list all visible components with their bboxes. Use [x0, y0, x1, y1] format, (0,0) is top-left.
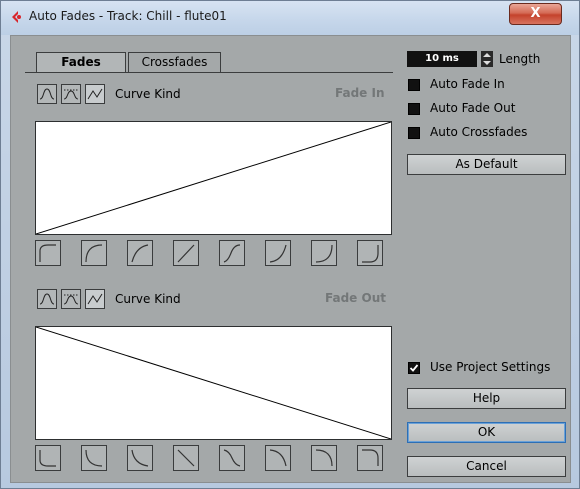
spinner-arrows-icon	[483, 53, 491, 65]
fade-in-preset-8-icon	[362, 245, 379, 263]
fade-out-preset-4-icon	[177, 449, 195, 467]
fade-in-preset-3-icon	[131, 244, 149, 263]
auto-fades-dialog: Auto Fades - Track: Chill - flute01 X Fa…	[0, 0, 580, 489]
fade-in-graph[interactable]	[35, 121, 392, 235]
fade-out-preset-1-icon	[39, 450, 56, 467]
fade-out-preset-6-button[interactable]	[265, 445, 291, 471]
fade-out-preset-1-button[interactable]	[35, 445, 61, 471]
fade-out-spline-curve-button[interactable]	[37, 289, 57, 309]
fade-out-preset-7-icon	[315, 449, 333, 467]
fade-out-preset-6-icon	[269, 449, 287, 467]
fade-in-spline-curve-button[interactable]	[37, 84, 57, 104]
auto-fade-out-checkbox[interactable]	[408, 103, 420, 115]
linear-curve-icon	[87, 88, 103, 100]
use-project-settings-label: Use Project Settings	[430, 360, 551, 374]
auto-fade-in-label: Auto Fade In	[430, 77, 505, 91]
length-spinner[interactable]	[481, 51, 493, 67]
window-title: Auto Fades - Track: Chill - flute01	[29, 9, 227, 23]
spline-curve-icon	[39, 293, 55, 305]
fade-out-section-label: Fade Out	[325, 291, 386, 305]
fade-in-preset-1-icon	[39, 244, 56, 262]
title-bar[interactable]: Auto Fades - Track: Chill - flute01 X	[1, 1, 579, 35]
fade-in-damped-spline-curve-button[interactable]	[61, 84, 81, 104]
length-input[interactable]: 10 ms	[407, 51, 477, 67]
fade-in-linear-curve-button[interactable]	[85, 84, 105, 104]
fade-out-curve	[36, 327, 391, 439]
tab-divider	[25, 72, 393, 73]
fade-out-preset-3-icon	[131, 449, 149, 467]
fade-out-preset-8-icon	[362, 449, 379, 466]
cancel-button[interactable]: Cancel	[407, 456, 566, 477]
fade-in-curve-kind-label: Curve Kind	[115, 87, 181, 101]
spline-curve-icon	[39, 88, 55, 100]
fade-in-preset-7-button[interactable]	[311, 240, 337, 266]
auto-crossfades-checkbox[interactable]	[408, 127, 420, 139]
cubase-logo-icon	[12, 11, 21, 23]
fade-out-preset-5-button[interactable]	[219, 445, 245, 471]
fade-out-preset-5-icon	[223, 449, 241, 467]
fade-out-graph[interactable]	[35, 326, 392, 440]
fade-in-preset-4-button[interactable]	[173, 240, 199, 266]
length-label: Length	[499, 52, 541, 66]
auto-fade-in-checkbox[interactable]	[408, 79, 420, 91]
auto-crossfades-label: Auto Crossfades	[430, 125, 528, 139]
as-default-button[interactable]: As Default	[407, 154, 566, 175]
fade-in-preset-4-icon	[177, 244, 195, 263]
damped-spline-curve-icon	[63, 294, 79, 305]
fade-in-preset-5-icon	[223, 244, 241, 263]
fade-in-preset-2-icon	[85, 244, 103, 263]
fade-out-preset-4-button[interactable]	[173, 445, 199, 471]
fade-out-curve-kind-label: Curve Kind	[115, 292, 181, 306]
linear-curve-icon	[87, 293, 103, 305]
fade-in-preset-8-button[interactable]	[357, 240, 383, 266]
fade-in-curve	[36, 122, 391, 234]
fade-in-preset-7-icon	[315, 244, 333, 263]
help-button[interactable]: Help	[407, 388, 566, 409]
fade-in-preset-2-button[interactable]	[81, 240, 107, 266]
fade-in-preset-6-button[interactable]	[265, 240, 291, 266]
fade-in-preset-6-icon	[269, 244, 287, 263]
fade-out-preset-8-button[interactable]	[357, 445, 383, 471]
tab-crossfades[interactable]: Crossfades	[128, 52, 221, 72]
fade-in-section-label: Fade In	[335, 86, 385, 100]
fade-out-linear-curve-button[interactable]	[85, 289, 105, 309]
tab-fades[interactable]: Fades	[36, 52, 126, 72]
fade-out-preset-3-button[interactable]	[127, 445, 153, 471]
use-project-settings-checkbox[interactable]	[408, 362, 420, 374]
auto-fade-out-label: Auto Fade Out	[430, 101, 516, 115]
fade-in-preset-3-button[interactable]	[127, 240, 153, 266]
fade-in-preset-5-button[interactable]	[219, 240, 245, 266]
damped-spline-curve-icon	[63, 89, 79, 100]
fade-in-preset-1-button[interactable]	[35, 240, 61, 266]
fade-out-preset-7-button[interactable]	[311, 445, 337, 471]
fade-out-preset-2-icon	[85, 449, 103, 467]
checkmark-icon	[409, 364, 419, 372]
dialog-body: Fades Crossfades Curve Kind Fade In Curv…	[10, 35, 571, 483]
close-button[interactable]: X	[509, 3, 562, 25]
ok-button[interactable]: OK	[407, 422, 566, 443]
fade-out-preset-2-button[interactable]	[81, 445, 107, 471]
fade-out-damped-spline-curve-button[interactable]	[61, 289, 81, 309]
